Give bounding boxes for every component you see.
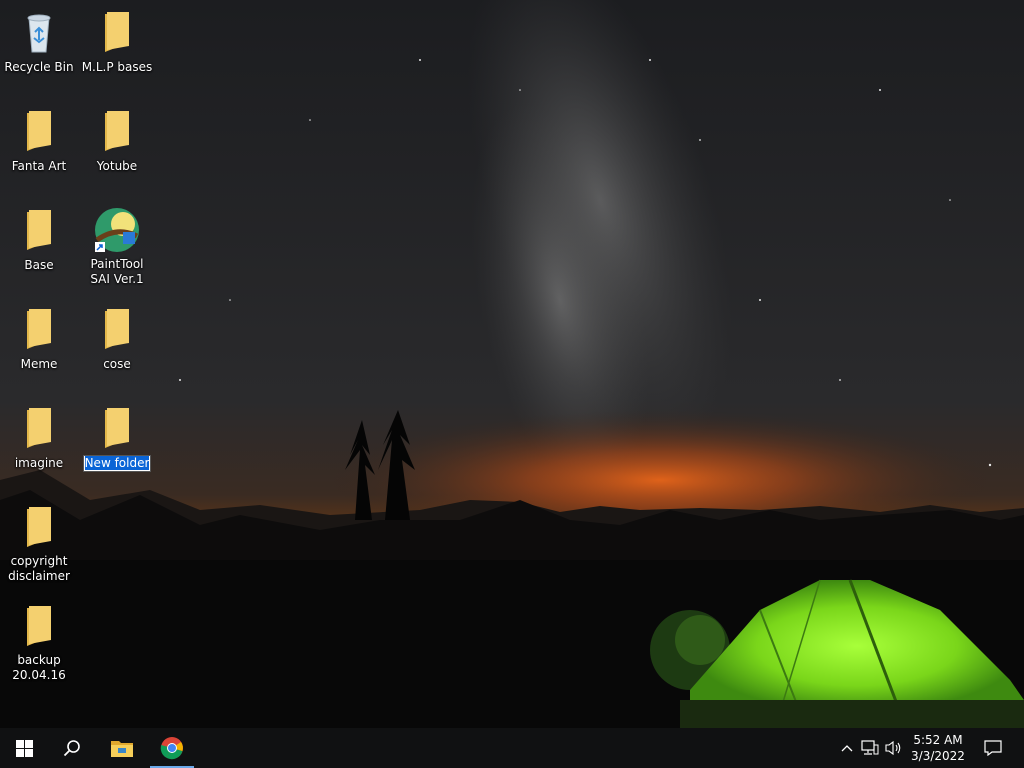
icon-label: M.L.P bases	[81, 60, 153, 74]
clock-date: 3/3/2022	[911, 749, 965, 763]
icon-label: Base	[24, 258, 54, 272]
network-tray-button[interactable]	[858, 728, 882, 768]
chrome-taskbar-button[interactable]	[148, 728, 196, 768]
show-hidden-icons-button[interactable]	[836, 728, 858, 768]
desktop-icon-new-folder[interactable]: New folder	[78, 396, 156, 472]
file-explorer-taskbar-button[interactable]	[98, 728, 146, 768]
folder-icon	[27, 507, 51, 547]
volume-tray-button[interactable]	[882, 728, 906, 768]
action-center-button[interactable]	[978, 728, 1008, 768]
search-button[interactable]	[48, 728, 96, 768]
taskbar: 5:52 AM 3/3/2022	[0, 728, 1024, 768]
desktop-icon-backup[interactable]: backup 20.04.16	[0, 594, 78, 683]
desktop-icon-cose[interactable]: cose	[78, 297, 156, 372]
file-explorer-icon	[111, 741, 133, 757]
folder-icon	[27, 210, 51, 250]
action-center-icon	[984, 740, 1002, 756]
desktop-icon-fanta-art[interactable]: Fanta Art	[0, 99, 78, 174]
icon-label: backup 20.04.16	[12, 653, 66, 682]
recycle-bin-icon	[27, 14, 51, 53]
chrome-icon	[160, 737, 183, 760]
icon-label: PaintTool SAI Ver.1	[90, 257, 144, 286]
desktop-icon-base[interactable]: Base	[0, 198, 78, 273]
folder-icon	[27, 309, 51, 349]
desktop-icon-yotube[interactable]: Yotube	[78, 99, 156, 174]
icon-label: Recycle Bin	[4, 60, 74, 74]
folder-icon	[105, 12, 129, 52]
icon-label: cose	[103, 357, 131, 371]
folder-icon	[27, 408, 51, 448]
desktop-icon-mlp-bases[interactable]: M.L.P bases	[78, 0, 156, 75]
folder-icon	[105, 408, 129, 448]
icon-label: Yotube	[96, 159, 138, 173]
windows-start-icon	[15, 739, 33, 757]
start-button[interactable]	[0, 728, 48, 768]
volume-icon	[885, 740, 901, 756]
desktop-icon-copyright-disclaimer[interactable]: copyright disclaimer	[0, 495, 78, 584]
clock-time: 5:52 AM	[913, 733, 963, 747]
folder-icon	[105, 111, 129, 151]
icon-label: copyright disclaimer	[8, 554, 70, 583]
icon-label: Meme	[20, 357, 58, 371]
desktop-icon-painttool-sai[interactable]: PaintTool SAI Ver.1	[78, 198, 156, 287]
desktop-icon-imagine[interactable]: imagine	[0, 396, 78, 471]
desktop-icon-recycle-bin[interactable]: Recycle Bin	[0, 0, 78, 75]
icon-label: imagine	[14, 456, 64, 470]
taskbar-clock[interactable]: 5:52 AM 3/3/2022	[904, 728, 972, 768]
chevron-up-icon	[841, 745, 853, 752]
rename-selected-text: New folder	[84, 456, 150, 470]
folder-icon	[27, 111, 51, 151]
folder-icon	[105, 309, 129, 349]
folder-icon	[27, 606, 51, 646]
desktop-icon-meme[interactable]: Meme	[0, 297, 78, 372]
search-icon	[63, 740, 80, 757]
painttool-sai-shortcut-icon	[95, 208, 139, 252]
rename-input[interactable]: New folder	[82, 455, 152, 472]
icon-label: Fanta Art	[11, 159, 67, 173]
network-icon	[861, 740, 879, 755]
